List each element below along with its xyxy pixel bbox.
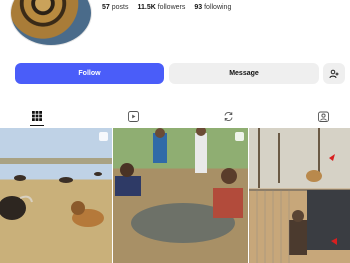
message-button-label: Message <box>229 70 259 77</box>
post-thumbnail[interactable] <box>249 128 350 263</box>
posts-label: posts <box>111 4 129 11</box>
post-image <box>249 128 350 263</box>
post-thumbnail[interactable] <box>113 128 248 263</box>
tab-reels[interactable] <box>118 106 148 126</box>
post-image <box>0 158 112 227</box>
reels-icon <box>127 110 139 122</box>
follow-button[interactable]: Follow <box>15 63 164 84</box>
message-button[interactable]: Message <box>169 63 319 84</box>
posts-stat[interactable]: 57 posts <box>102 4 128 11</box>
tab-tagged[interactable] <box>308 106 338 126</box>
tab-posts[interactable] <box>22 106 52 126</box>
profile-stats: 57 posts 11.5K followers 93 following <box>102 4 231 11</box>
grid-icon <box>32 111 42 121</box>
carousel-icon <box>99 132 108 141</box>
profile-tabs <box>0 106 350 126</box>
posts-grid <box>0 128 350 263</box>
tab-reposts[interactable] <box>213 106 243 126</box>
followers-label: followers <box>157 4 186 11</box>
followers-stat[interactable]: 11.5K followers <box>137 4 185 11</box>
profile-avatar[interactable] <box>10 0 92 46</box>
tagged-icon <box>317 111 329 122</box>
posts-count: 57 <box>102 4 110 11</box>
reposts-icon <box>224 111 232 121</box>
follow-button-label: Follow <box>78 70 101 77</box>
following-stat[interactable]: 93 following <box>194 4 231 11</box>
post-thumbnail[interactable] <box>0 128 112 263</box>
suggested-accounts-button[interactable] <box>323 63 345 84</box>
following-label: following <box>204 4 232 11</box>
post-image <box>115 128 243 243</box>
reel-icon <box>235 132 244 141</box>
followers-count: 11.5K <box>137 4 156 11</box>
following-count: 93 <box>194 4 203 11</box>
add-user-icon <box>329 69 339 78</box>
